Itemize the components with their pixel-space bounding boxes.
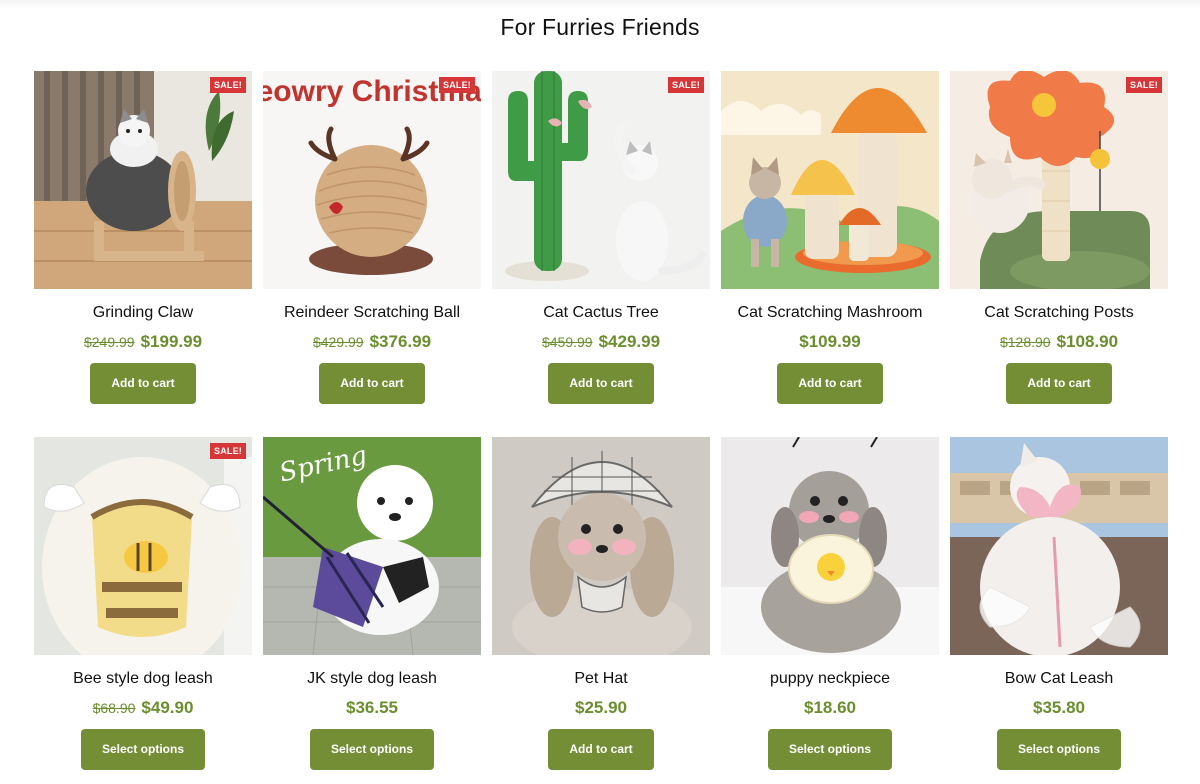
sale-price: $49.90 xyxy=(141,698,194,717)
product-image[interactable] xyxy=(721,71,939,289)
product-image[interactable]: SALE! xyxy=(34,437,252,655)
product-card: SALE! Cat Scratching Posts $128.90 $108.9… xyxy=(950,71,1168,437)
product-price: $109.99 xyxy=(721,331,939,353)
product-card: puppy neckpiece $18.60 Select options xyxy=(721,437,939,784)
product-card: SALE! Grinding Claw $249.99 $199.99 Add t… xyxy=(34,71,252,437)
original-price: $68.90 xyxy=(92,700,136,716)
product-image[interactable]: Meowry Christmas SALE! xyxy=(263,71,481,289)
sale-price: $199.99 xyxy=(140,332,203,351)
add-to-cart-button[interactable]: Add to cart xyxy=(548,729,654,770)
product-name[interactable]: JK style dog leash xyxy=(263,669,481,689)
select-options-button[interactable]: Select options xyxy=(309,729,434,770)
header-shadow xyxy=(0,0,1200,8)
product-price: $25.90 xyxy=(492,697,710,719)
product-price: $68.90 $49.90 xyxy=(34,697,252,719)
section-title: For Furries Friends xyxy=(500,14,700,40)
sale-price: $376.99 xyxy=(369,332,432,351)
original-price: $429.99 xyxy=(312,334,364,350)
price: $109.99 xyxy=(799,332,861,351)
product-image[interactable]: SALE! xyxy=(492,71,710,289)
product-name[interactable]: Pet Hat xyxy=(492,669,710,689)
product-price: $429.99 $376.99 xyxy=(263,331,481,353)
product-card: Bow Cat Leash $35.80 Select options xyxy=(950,437,1168,784)
product-card: SALE! Bee style dog leash $68.90 $49.90 S… xyxy=(34,437,252,784)
sale-price: $429.99 xyxy=(598,332,661,351)
add-to-cart-button[interactable]: Add to cart xyxy=(1006,363,1112,404)
add-to-cart-button[interactable]: Add to cart xyxy=(319,363,425,404)
original-price: $249.99 xyxy=(83,334,135,350)
price: $36.55 xyxy=(346,698,398,717)
product-name[interactable]: Reindeer Scratching Ball xyxy=(263,303,481,323)
product-price: $249.99 $199.99 xyxy=(34,331,252,353)
product-price: $128.90 $108.90 xyxy=(950,331,1168,353)
sale-price: $108.90 xyxy=(1056,332,1119,351)
product-card: Cat Scratching Mashroom $109.99 Add to c… xyxy=(721,71,939,437)
add-to-cart-button[interactable]: Add to cart xyxy=(777,363,883,404)
sale-badge: SALE! xyxy=(439,77,475,93)
product-price: $36.55 xyxy=(263,697,481,719)
product-price: $35.80 xyxy=(950,697,1168,719)
product-card: SALE! Cat Cactus Tree $459.99 $429.99 Add… xyxy=(492,71,710,437)
product-image[interactable] xyxy=(492,437,710,655)
product-name[interactable]: Cat Scratching Mashroom xyxy=(721,303,939,323)
sale-badge: SALE! xyxy=(210,77,246,93)
product-name[interactable]: Cat Cactus Tree xyxy=(492,303,710,323)
original-price: $128.90 xyxy=(999,334,1051,350)
product-price: $18.60 xyxy=(721,697,939,719)
product-price: $459.99 $429.99 xyxy=(492,331,710,353)
product-image[interactable] xyxy=(721,437,939,655)
product-image[interactable]: SALE! xyxy=(950,71,1168,289)
price: $18.60 xyxy=(804,698,856,717)
select-options-button[interactable]: Select options xyxy=(80,729,205,770)
select-options-button[interactable]: Select options xyxy=(996,729,1121,770)
price: $25.90 xyxy=(575,698,627,717)
product-name[interactable]: Bow Cat Leash xyxy=(950,669,1168,689)
product-name[interactable]: Grinding Claw xyxy=(34,303,252,323)
add-to-cart-button[interactable]: Add to cart xyxy=(548,363,654,404)
original-price: $459.99 xyxy=(541,334,593,350)
price: $35.80 xyxy=(1033,698,1085,717)
sale-badge: SALE! xyxy=(1126,77,1162,93)
product-name[interactable]: Bee style dog leash xyxy=(34,669,252,689)
product-image[interactable]: Spring xyxy=(263,437,481,655)
product-name[interactable]: puppy neckpiece xyxy=(721,669,939,689)
add-to-cart-button[interactable]: Add to cart xyxy=(90,363,196,404)
product-card: Spring JK style dog leash $36.55 Select … xyxy=(263,437,481,784)
product-image[interactable]: SALE! xyxy=(34,71,252,289)
product-image[interactable] xyxy=(950,437,1168,655)
product-card: Meowry Christmas SALE! Reindeer Scratchi… xyxy=(263,71,481,437)
select-options-button[interactable]: Select options xyxy=(767,729,892,770)
sale-badge: SALE! xyxy=(210,443,246,459)
product-name[interactable]: Cat Scratching Posts xyxy=(950,303,1168,323)
sale-badge: SALE! xyxy=(668,77,704,93)
product-card: Pet Hat $25.90 Add to cart xyxy=(492,437,710,784)
product-grid: SALE! Grinding Claw $249.99 $199.99 Add t… xyxy=(34,71,1168,784)
